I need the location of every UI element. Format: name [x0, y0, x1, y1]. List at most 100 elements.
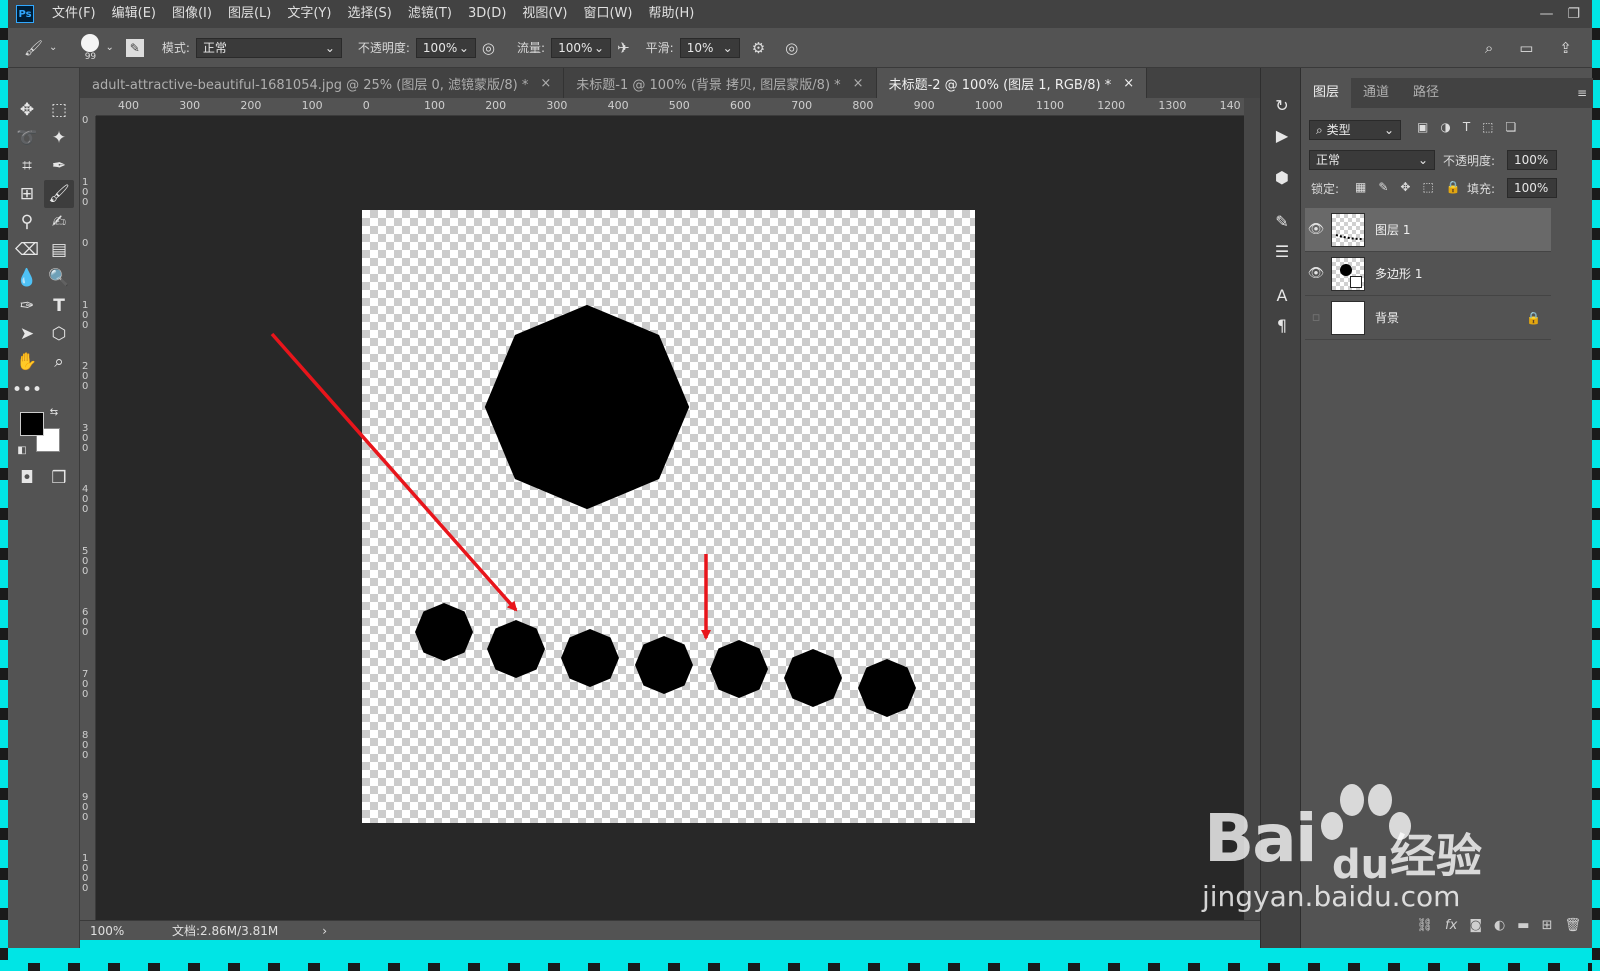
brush-settings-icon[interactable]: ✎	[125, 38, 144, 57]
shape-filter-icon[interactable]: ⬚	[1482, 120, 1493, 134]
lock-transparent-icon[interactable]: ▦	[1355, 180, 1366, 194]
tab-paths[interactable]: 路径	[1401, 78, 1451, 108]
add-mask-icon[interactable]: ◙	[1469, 918, 1482, 933]
close-icon[interactable]: ×	[1123, 76, 1134, 91]
lock-artboard-icon[interactable]: ⬚	[1422, 180, 1433, 194]
vertical-ruler[interactable]: 0 100 0 100 200 300 400 500 600 700 800 900 1000	[80, 116, 96, 920]
layer-opacity-input[interactable]: 100%	[1507, 150, 1557, 170]
visibility-toggle-empty[interactable]: ▫	[1305, 310, 1327, 325]
marquee-tool[interactable]: ⬚	[44, 96, 74, 124]
history-brush-tool[interactable]: ✍	[44, 208, 74, 236]
gradient-tool[interactable]: ▤	[44, 236, 74, 264]
hand-tool[interactable]: ✋	[12, 348, 42, 376]
type-tool[interactable]: T	[44, 292, 74, 320]
workspace-icon[interactable]: ▭	[1519, 39, 1533, 57]
default-colors-icon[interactable]: ◧	[14, 442, 30, 458]
magic-wand-tool[interactable]: ✦	[44, 124, 74, 152]
eyedropper-tool[interactable]: ✒	[44, 152, 74, 180]
document-tab-2[interactable]: 未标题-1 @ 100% (背景 拷贝, 图层蒙版/8) * ×	[564, 68, 877, 98]
menu-image[interactable]: 图像(I)	[164, 0, 220, 28]
character-icon[interactable]: A	[1271, 284, 1293, 306]
status-menu-arrow[interactable]: ›	[322, 924, 327, 938]
delete-layer-icon[interactable]: 🗑	[1564, 918, 1581, 933]
new-layer-icon[interactable]: ⊞	[1542, 918, 1553, 933]
flow-input[interactable]: 100% ⌄	[551, 37, 612, 58]
visibility-eye-icon[interactable]: 👁	[1305, 266, 1327, 281]
close-icon[interactable]: ×	[853, 76, 864, 91]
mode-select[interactable]: 正常 ⌄	[195, 37, 342, 58]
lock-position-icon[interactable]: ✥	[1400, 180, 1410, 194]
horizontal-ruler[interactable]: 400 300 200 100 0 100 200 300 400 500 600 700 800 900…	[96, 98, 1244, 116]
brush-size-picker[interactable]: 99	[81, 33, 100, 62]
path-selection-tool[interactable]: ➤	[12, 320, 42, 348]
move-tool[interactable]: ✥	[12, 96, 42, 124]
lock-all-icon[interactable]: 🔒	[1446, 180, 1461, 194]
adjustment-filter-icon[interactable]: ◑	[1440, 120, 1450, 134]
tab-channels[interactable]: 通道	[1351, 78, 1401, 108]
document-tab-3[interactable]: 未标题-2 @ 100% (图层 1, RGB/8) * ×	[876, 68, 1148, 98]
adjustment-layer-icon[interactable]: ◐	[1494, 918, 1505, 933]
quick-mask-icon[interactable]: ◘	[12, 464, 42, 492]
opacity-input[interactable]: 100% ⌄	[415, 37, 476, 58]
pressure-size-icon[interactable]: ◎	[785, 39, 798, 57]
menu-3d[interactable]: 3D(D)	[460, 0, 514, 28]
pressure-opacity-icon[interactable]: ◎	[482, 39, 495, 57]
menu-window[interactable]: 窗口(W)	[575, 0, 640, 28]
actions-play-icon[interactable]: ▶	[1271, 124, 1293, 146]
image-filter-icon[interactable]: ▣	[1417, 120, 1428, 134]
menu-filter[interactable]: 滤镜(T)	[400, 0, 460, 28]
airbrush-icon[interactable]: ✈	[617, 39, 630, 57]
menu-help[interactable]: 帮助(H)	[640, 0, 702, 28]
share-icon[interactable]: ⇪	[1559, 39, 1572, 57]
blend-mode-select[interactable]: 正常 ⌄	[1309, 150, 1435, 170]
brushes-icon[interactable]: ✎	[1271, 210, 1293, 232]
search-icon[interactable]: ⌕	[1485, 39, 1493, 57]
screen-mode-icon[interactable]: ❒	[44, 464, 74, 492]
layer-filter-select[interactable]: ⌕ 类型 ⌄	[1309, 120, 1401, 140]
history-icon[interactable]: ↻	[1271, 94, 1293, 116]
eraser-tool[interactable]: ⌫	[12, 236, 42, 264]
pen-tool[interactable]: ✑	[12, 292, 42, 320]
menu-view[interactable]: 视图(V)	[514, 0, 575, 28]
link-layers-icon[interactable]: ⛓	[1417, 918, 1434, 933]
lasso-tool[interactable]: ➰	[12, 124, 42, 152]
swap-colors-icon[interactable]: ⇆	[46, 404, 62, 420]
polygon-tool[interactable]: ⬡	[44, 320, 74, 348]
gear-icon[interactable]: ⚙	[752, 39, 765, 57]
menu-layer[interactable]: 图层(L)	[220, 0, 279, 28]
more-tools-icon[interactable]: •••	[12, 376, 42, 404]
menu-file[interactable]: 文件(F)	[44, 0, 104, 28]
zoom-level[interactable]: 100%	[90, 924, 160, 938]
paragraph-icon[interactable]: ¶	[1271, 314, 1293, 336]
document-canvas[interactable]	[362, 210, 975, 823]
visibility-eye-icon[interactable]: 👁	[1305, 222, 1327, 237]
lock-image-icon[interactable]: ✎	[1378, 180, 1388, 194]
layer-row-polygon1[interactable]: 👁 多边形 1	[1305, 252, 1551, 296]
menu-select[interactable]: 选择(S)	[339, 0, 399, 28]
tab-layers[interactable]: 图层	[1301, 78, 1352, 108]
healing-tool[interactable]: ⊞	[12, 180, 42, 208]
new-group-icon[interactable]: ▬	[1517, 918, 1529, 933]
dodge-tool[interactable]: 🔍	[44, 264, 74, 292]
panel-menu-icon[interactable]: ≡	[1577, 78, 1593, 108]
document-tab-1[interactable]: adult-attractive-beautiful-1681054.jpg @…	[80, 68, 565, 98]
chevron-down-icon[interactable]: ⌄	[49, 42, 57, 53]
layer-row-background[interactable]: ▫ 背景 🔒	[1305, 296, 1551, 340]
menu-edit[interactable]: 编辑(E)	[104, 0, 164, 28]
fx-icon[interactable]: fx	[1445, 918, 1457, 933]
adjustments-icon[interactable]: ☰	[1271, 240, 1293, 262]
layer-row-layer1[interactable]: 👁 图层 1	[1305, 208, 1551, 252]
restore-icon[interactable]: ❐	[1567, 6, 1580, 22]
canvas-workspace[interactable]	[96, 116, 1244, 920]
3d-icon[interactable]: ⬢	[1271, 166, 1293, 188]
crop-tool[interactable]: ⌗	[12, 152, 42, 180]
minimize-icon[interactable]: —	[1539, 6, 1553, 22]
foreground-color-swatch[interactable]	[20, 412, 44, 436]
type-filter-icon[interactable]: T	[1463, 120, 1470, 134]
chevron-down-icon[interactable]: ⌄	[105, 42, 113, 53]
smart-object-filter-icon[interactable]: ❏	[1506, 120, 1517, 134]
blur-tool[interactable]: 💧	[12, 264, 42, 292]
close-icon[interactable]: ×	[540, 76, 551, 91]
fill-input[interactable]: 100%	[1507, 178, 1557, 198]
zoom-tool[interactable]: ⌕	[44, 348, 74, 376]
